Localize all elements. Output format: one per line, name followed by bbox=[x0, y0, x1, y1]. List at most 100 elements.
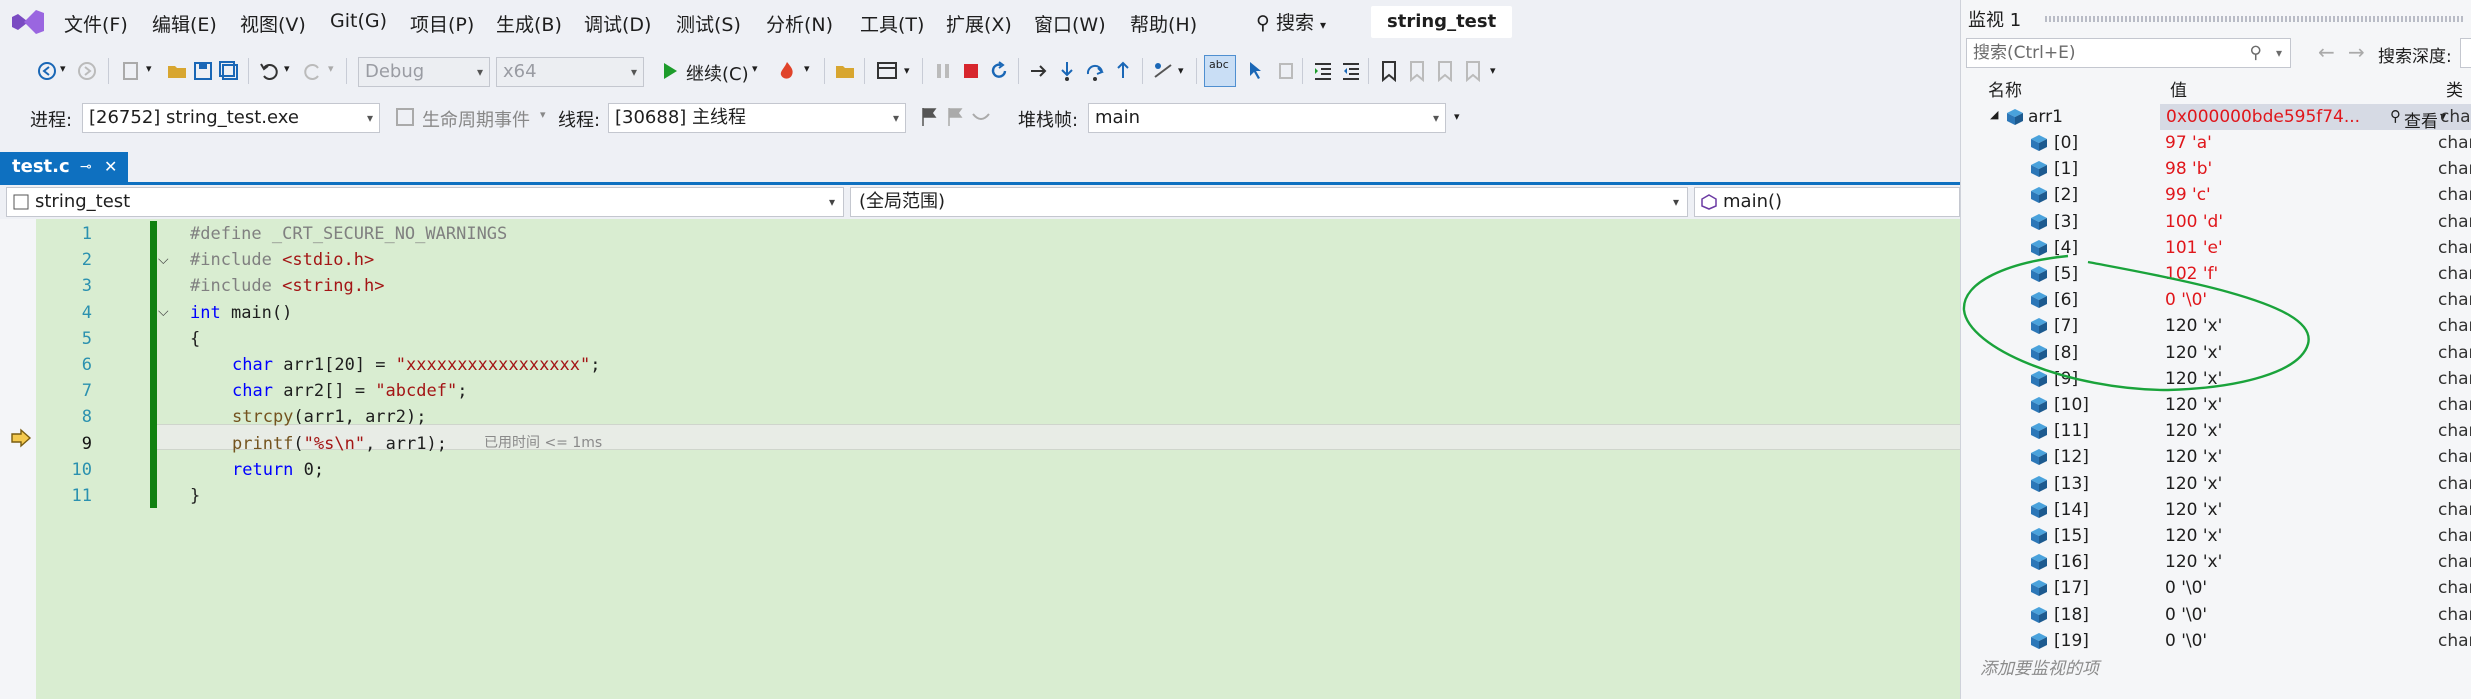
step-over-icon[interactable] bbox=[1084, 60, 1106, 82]
search-back-icon[interactable]: ← bbox=[2318, 40, 2335, 64]
visual-studio-logo-icon[interactable] bbox=[10, 8, 46, 36]
solution-platform-select[interactable]: x64 ▾ bbox=[496, 57, 644, 87]
step-into-icon[interactable] bbox=[1056, 60, 1078, 82]
code-line[interactable]: #include <stdio.h> bbox=[190, 250, 374, 270]
watch-item-value[interactable]: 0 '\0' bbox=[2165, 605, 2207, 625]
chevron-down-icon[interactable]: ▾ bbox=[904, 64, 910, 77]
watch-item-value[interactable]: 120 'x' bbox=[2165, 474, 2222, 494]
add-watch-hint[interactable]: 添加要监视的项 bbox=[1980, 654, 2099, 679]
watch-row[interactable]: [19] 0 '\0' char bbox=[1960, 628, 2471, 654]
root-value-cell[interactable]: 0x000000bde595f74... ⚲ 查看 ▾ bbox=[2160, 104, 2471, 132]
clear-bookmarks-icon[interactable] bbox=[1462, 60, 1484, 82]
view-button[interactable]: 查看 bbox=[2404, 107, 2438, 132]
process-select[interactable]: [26752] string_test.exe ▾ bbox=[82, 103, 380, 133]
search-forward-icon[interactable]: → bbox=[2348, 40, 2365, 64]
watch-row[interactable]: [3] 100 'd' char bbox=[1960, 209, 2471, 235]
watch-row[interactable]: [12] 120 'x' char bbox=[1960, 444, 2471, 470]
lifecycle-events-label[interactable]: 生命周期事件 bbox=[422, 106, 530, 132]
code-line[interactable]: char arr1[20] = "xxxxxxxxxxxxxxxxx"; bbox=[232, 355, 601, 375]
menu-item-10[interactable]: 工具(T) bbox=[860, 10, 924, 37]
chevron-down-icon[interactable]: ▾ bbox=[1178, 64, 1184, 77]
watch-item-value[interactable]: 120 'x' bbox=[2165, 395, 2222, 415]
watch-row[interactable]: [2] 99 'c' char bbox=[1960, 182, 2471, 208]
redo-icon[interactable] bbox=[302, 60, 324, 82]
watch-row[interactable]: [11] 120 'x' char bbox=[1960, 418, 2471, 444]
save-icon[interactable] bbox=[192, 60, 214, 82]
menu-item-1[interactable]: 文件(F) bbox=[64, 10, 128, 37]
code-line[interactable]: char arr2[] = "abcdef"; bbox=[232, 381, 467, 401]
solution-configuration-select[interactable]: Debug ▾ bbox=[358, 57, 490, 87]
fold-collapse-icon[interactable]: ⌵ bbox=[158, 252, 169, 268]
watch-item-value[interactable]: 100 'd' bbox=[2165, 212, 2223, 232]
perf-tip[interactable]: 已用时间 <= 1ms bbox=[484, 432, 602, 452]
spell-check-toggle[interactable]: abc bbox=[1204, 55, 1236, 87]
fold-collapse-icon[interactable]: ⌵ bbox=[158, 304, 169, 320]
menu-item-7[interactable]: 调试(D) bbox=[584, 10, 651, 37]
watch-item-value[interactable]: 120 'x' bbox=[2165, 500, 2222, 520]
menu-item-11[interactable]: 扩展(X) bbox=[946, 10, 1012, 37]
chevron-down-icon[interactable]: ▾ bbox=[2276, 39, 2282, 67]
watch-row[interactable]: [1] 98 'b' char bbox=[1960, 156, 2471, 182]
save-all-icon[interactable] bbox=[218, 60, 240, 82]
watch-item-value[interactable]: 120 'x' bbox=[2165, 552, 2222, 572]
watch-item-value[interactable]: 120 'x' bbox=[2165, 526, 2222, 546]
watch-item-value[interactable]: 99 'c' bbox=[2165, 185, 2211, 205]
instruction-pointer-icon[interactable] bbox=[10, 428, 32, 448]
thread-select[interactable]: [30688] 主线程 ▾ bbox=[608, 103, 906, 133]
watch-item-value[interactable]: 97 'a' bbox=[2165, 133, 2212, 153]
column-name[interactable]: 名称 bbox=[1988, 76, 2022, 101]
pause-icon[interactable] bbox=[932, 60, 954, 82]
flag-all-threads-icon[interactable] bbox=[944, 106, 966, 128]
scope-nav-select[interactable]: (全局范围) ▾ bbox=[850, 187, 1688, 217]
watch-item-value[interactable]: 120 'x' bbox=[2165, 447, 2222, 467]
watch-title[interactable]: 监视 1 bbox=[1968, 6, 2021, 32]
menu-item-5[interactable]: 项目(P) bbox=[410, 10, 474, 37]
code-line[interactable]: strcpy(arr1, arr2); bbox=[232, 407, 426, 427]
code-line[interactable]: int main() bbox=[190, 303, 292, 323]
code-line[interactable]: #include <string.h> bbox=[190, 276, 384, 296]
show-next-statement-icon[interactable] bbox=[1028, 60, 1050, 82]
glyph-margin[interactable] bbox=[0, 219, 36, 699]
tab-test-c[interactable]: test.c ⊸ ✕ bbox=[0, 152, 128, 182]
watch-row[interactable]: [16] 120 'x' char bbox=[1960, 549, 2471, 575]
new-project-icon[interactable] bbox=[120, 60, 142, 82]
window-layout-icon[interactable] bbox=[876, 60, 898, 82]
watch-row[interactable]: [13] 120 'x' char bbox=[1960, 471, 2471, 497]
menu-item-4[interactable]: Git(G) bbox=[330, 10, 387, 32]
code-line[interactable]: printf("%s\n", arr1); bbox=[232, 434, 447, 454]
chevron-down-icon[interactable]: ▾ bbox=[1454, 110, 1460, 123]
hot-reload-icon[interactable] bbox=[776, 60, 798, 82]
watch-row[interactable]: [17] 0 '\0' char bbox=[1960, 575, 2471, 601]
cursor-icon[interactable] bbox=[1246, 60, 1268, 82]
restart-icon[interactable] bbox=[988, 60, 1010, 82]
view-visualizer-icon[interactable]: ⚲ bbox=[2390, 107, 2401, 125]
project-nav-select[interactable]: string_test ▾ bbox=[6, 187, 844, 217]
chevron-down-icon[interactable]: ▾ bbox=[752, 62, 758, 75]
indent-icon[interactable] bbox=[1312, 60, 1334, 82]
lifecycle-events-icon[interactable] bbox=[394, 106, 416, 128]
chevron-down-icon[interactable]: ▾ bbox=[60, 62, 66, 75]
watch-row[interactable]: [14] 120 'x' char bbox=[1960, 497, 2471, 523]
watch-item-value[interactable]: 0 '\0' bbox=[2165, 578, 2207, 598]
menu-item-8[interactable]: 测试(S) bbox=[676, 10, 741, 37]
outdent-icon[interactable] bbox=[1340, 60, 1362, 82]
copy-icon[interactable] bbox=[1274, 60, 1296, 82]
menu-item-12[interactable]: 窗口(W) bbox=[1034, 10, 1106, 37]
code-line[interactable]: return 0; bbox=[232, 460, 324, 480]
watch-item-value[interactable]: 120 'x' bbox=[2165, 421, 2222, 441]
open-in-explorer-icon[interactable] bbox=[834, 60, 856, 82]
watch-search-input[interactable]: 搜索(Ctrl+E) ⚲ ▾ bbox=[1966, 38, 2291, 68]
step-out-icon[interactable] bbox=[1112, 60, 1134, 82]
menu-item-2[interactable]: 编辑(E) bbox=[152, 10, 217, 37]
watch-row[interactable]: [18] 0 '\0' char bbox=[1960, 602, 2471, 628]
title-grip[interactable] bbox=[2045, 16, 2465, 22]
bookmark-icon[interactable] bbox=[1378, 60, 1400, 82]
close-icon[interactable]: ✕ bbox=[104, 152, 117, 182]
chevron-down-icon[interactable]: ▾ bbox=[284, 62, 290, 75]
search-depth-select[interactable] bbox=[2460, 38, 2471, 68]
column-value[interactable]: 值 bbox=[2170, 76, 2187, 101]
menu-item-6[interactable]: 生成(B) bbox=[496, 10, 562, 37]
watch-row[interactable]: [15] 120 'x' char bbox=[1960, 523, 2471, 549]
search-box[interactable]: ⚲ 搜索 ▾ bbox=[1256, 8, 1326, 35]
code-line[interactable]: #define _CRT_SECURE_NO_WARNINGS bbox=[190, 224, 507, 244]
